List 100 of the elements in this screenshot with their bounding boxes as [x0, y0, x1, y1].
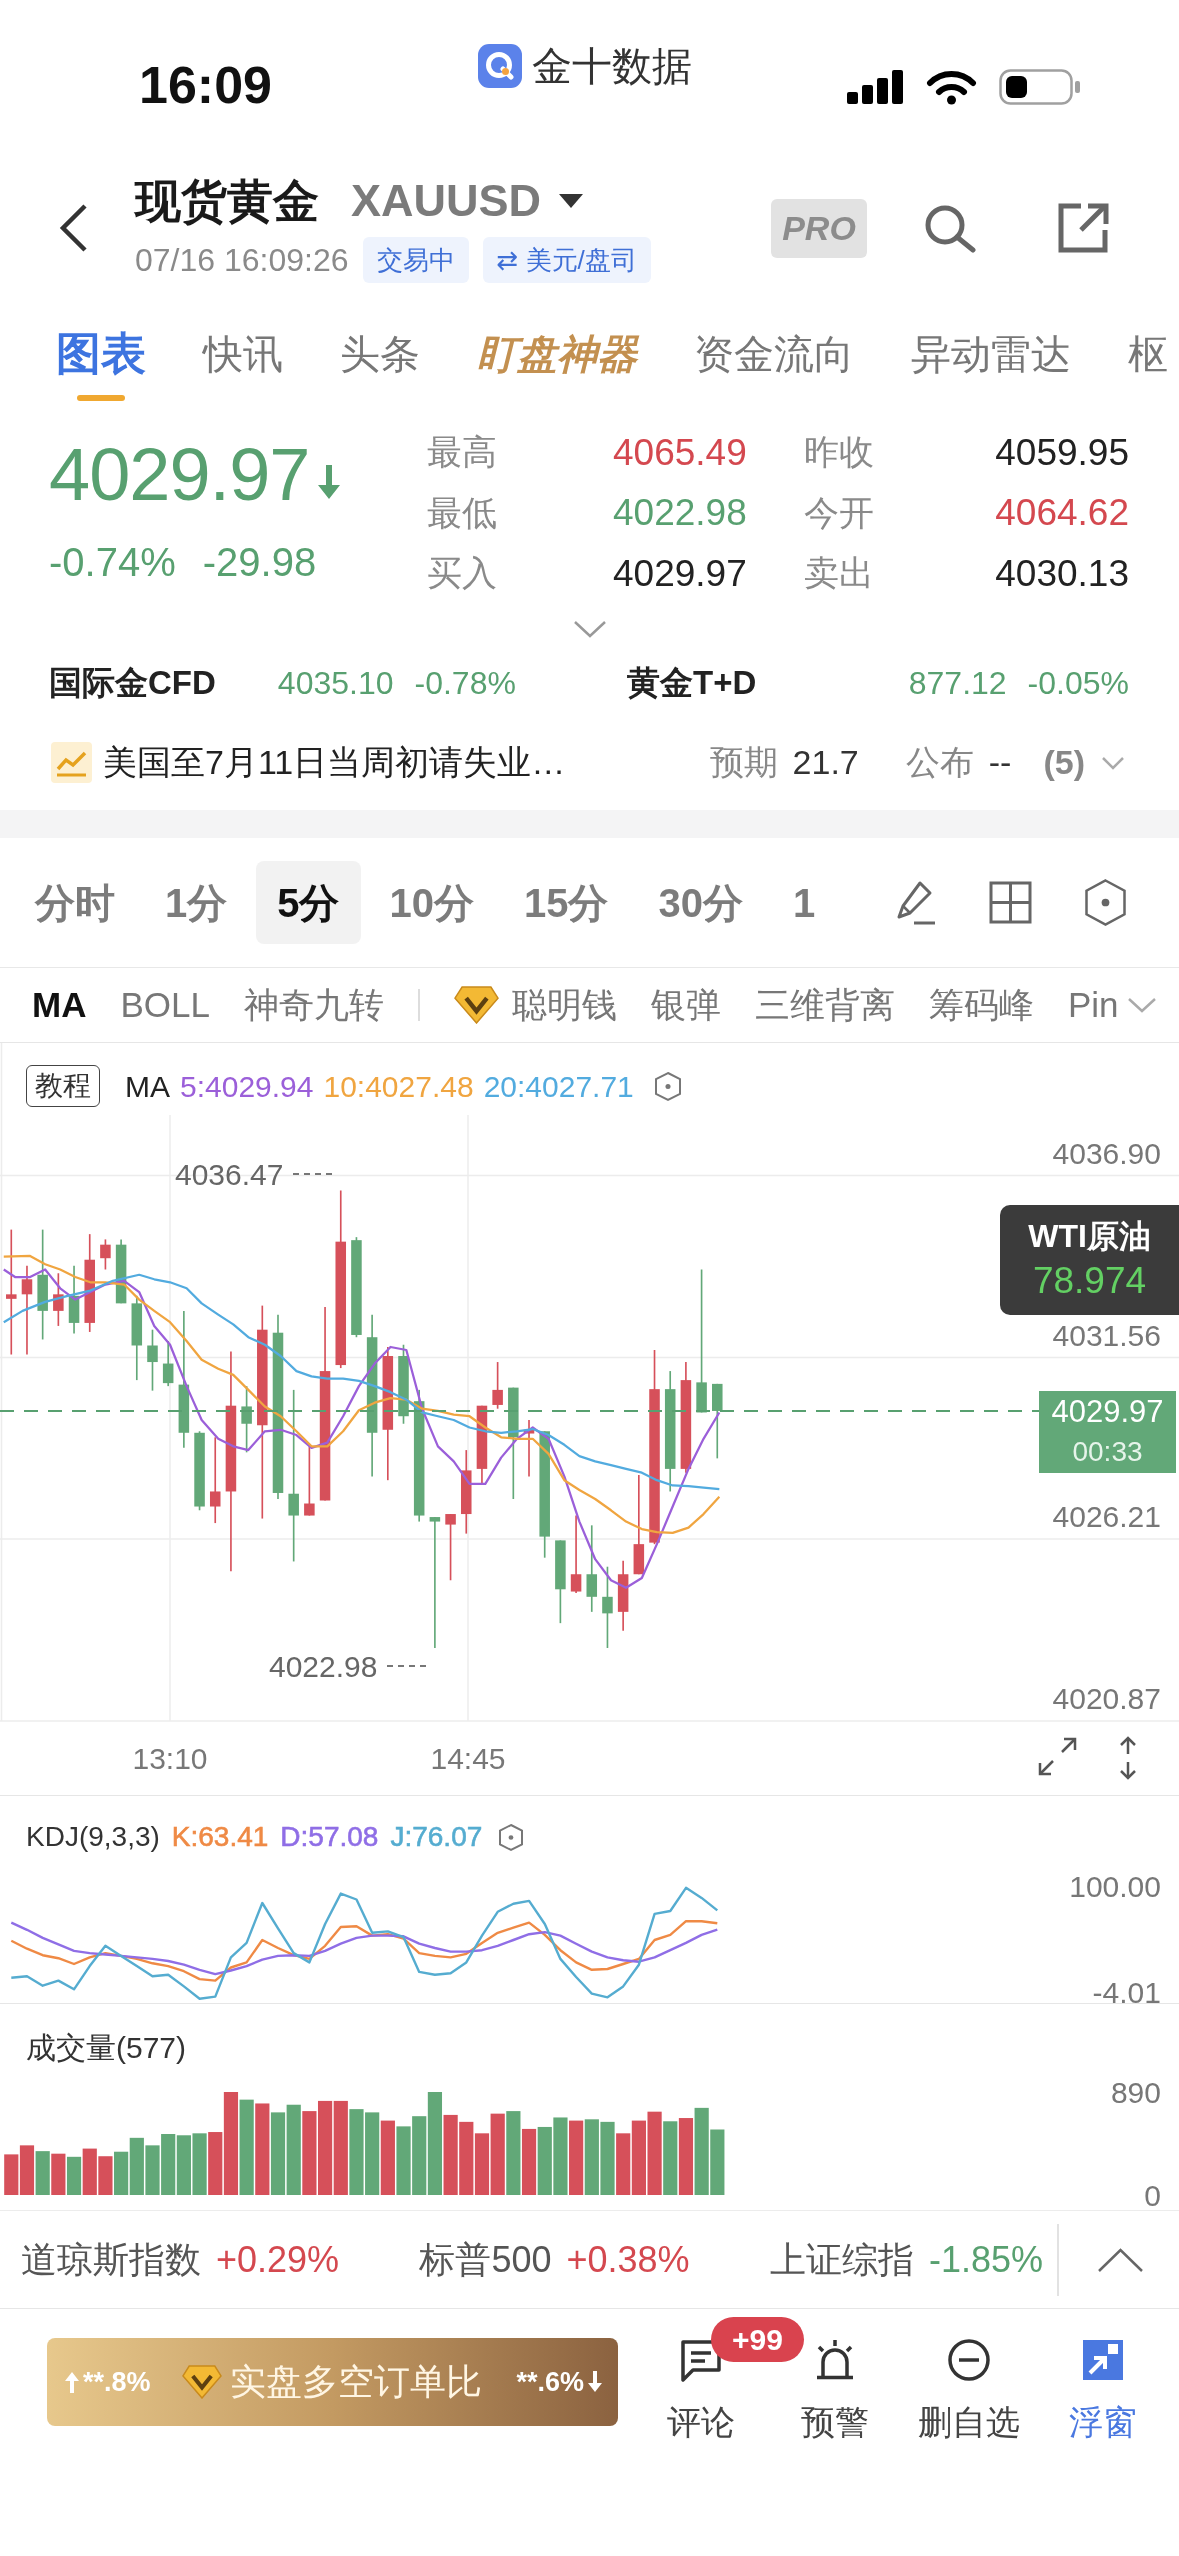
tab[interactable]: 图表 [56, 326, 146, 401]
remove-watchlist-button[interactable]: 删自选 [909, 2338, 1029, 2442]
period-tab[interactable]: 1 [772, 861, 837, 944]
minus-circle-icon [947, 2338, 991, 2382]
countdown-timer: 00:33 [1071, 1435, 1144, 1469]
period-tab[interactable]: 30分 [637, 861, 764, 944]
index-name[interactable]: 上证综指 [769, 2232, 914, 2287]
related-change: -0.05% [1027, 663, 1129, 703]
arrow-down-icon [587, 2371, 603, 2393]
period-tab[interactable]: 10分 [368, 861, 495, 944]
tutorial-button[interactable]: 教程 [26, 1065, 100, 1107]
floating-window-icon [1081, 2338, 1125, 2382]
axis-label: 4026.21 [1052, 1500, 1161, 1534]
period-tab[interactable]: 分时 [14, 861, 136, 944]
change-percent: -0.74% [49, 539, 176, 586]
tab[interactable]: 资金流向 [694, 326, 854, 376]
expected-value: 21.7 [792, 742, 859, 783]
line-chart-icon [51, 742, 92, 783]
pro-button[interactable]: PRO [771, 198, 867, 258]
index-change: +0.38% [566, 2237, 690, 2282]
related-change: -0.78% [414, 663, 516, 703]
stat-value: 4029.97 [613, 551, 748, 596]
candle [492, 1361, 503, 1410]
caret-down-icon[interactable] [559, 193, 584, 209]
ma-value: 20:4027.71 [483, 1068, 634, 1105]
tab[interactable]: 异动雷达 [911, 326, 1071, 376]
diamond-icon [453, 986, 499, 1024]
axis-label: 4031.56 [1052, 1319, 1161, 1352]
volume-bar [66, 2156, 82, 2195]
index-name[interactable]: 道琼斯指数 [21, 2232, 201, 2287]
related-name[interactable]: 国际金CFD [49, 657, 216, 708]
indicator-tab[interactable]: MA [32, 983, 87, 1027]
legend-value: J:76.07 [390, 1820, 483, 1854]
current-price: 4029.97 [1050, 1393, 1165, 1431]
back-icon[interactable] [59, 203, 89, 253]
candle [68, 1264, 80, 1335]
volume-bar [145, 2145, 160, 2195]
index-name[interactable]: 标普500 [419, 2232, 552, 2287]
ma-value: 10:4027.48 [323, 1068, 474, 1105]
expected-label: 预期 [709, 742, 778, 783]
time-label: 14:45 [430, 1741, 506, 1775]
volume-bar [710, 2129, 725, 2195]
indicator-tab[interactable]: 三维背离 [754, 983, 895, 1027]
share-icon[interactable] [1057, 202, 1110, 254]
volume-bar [114, 2151, 129, 2195]
event-count: (5) [1043, 742, 1085, 783]
related-name[interactable]: 黄金T+D [627, 657, 757, 708]
candle [162, 1340, 174, 1387]
indicator-tab[interactable]: Pin [1067, 983, 1119, 1027]
order-ratio-button[interactable]: **.8% 实盘多空订单比 **.6% [47, 2338, 618, 2426]
tab[interactable]: 头条 [340, 326, 420, 376]
tab[interactable]: 枢 [1128, 326, 1168, 376]
stat-label: 最低 [427, 491, 498, 534]
hexagon-icon[interactable] [653, 1070, 682, 1102]
index-change: +0.29% [216, 2237, 340, 2282]
volume-bar [176, 2135, 191, 2195]
ma-value: 5:4029.94 [180, 1068, 314, 1105]
volume-bar [98, 2156, 113, 2195]
app-name[interactable]: 金十数据 [532, 42, 692, 90]
legend-value: D:57.08 [280, 1820, 379, 1854]
indicator-tab[interactable]: 聪明钱 [511, 983, 617, 1027]
volume-bar [192, 2133, 207, 2195]
float-button[interactable]: 浮窗 [1043, 2338, 1163, 2442]
comment-icon [679, 2338, 723, 2382]
vertical-arrows-icon[interactable] [1119, 1735, 1137, 1781]
last-price: 4029.97 [49, 432, 310, 518]
grid-icon[interactable] [989, 881, 1032, 924]
wifi-icon [926, 69, 977, 105]
event-title[interactable]: 美国至7月11日当周初请失业… [103, 737, 566, 788]
volume-bar [521, 2128, 537, 2195]
stat-value: 4059.95 [995, 430, 1129, 475]
volume-bar [82, 2148, 97, 2195]
tab[interactable]: 快讯 [203, 326, 283, 376]
indicator-tab[interactable]: 筹码峰 [928, 983, 1034, 1027]
period-tab[interactable]: 15分 [503, 861, 630, 944]
volume-bar [129, 2137, 144, 2195]
volume-bar [4, 2154, 19, 2195]
volume-bar [51, 2153, 66, 2195]
hexagon-icon[interactable] [1084, 878, 1127, 927]
period-tab[interactable]: 5分 [256, 861, 361, 944]
signal-icon [847, 70, 904, 104]
indicator-tab[interactable]: BOLL [120, 983, 210, 1027]
indicator-tab[interactable]: 银弹 [650, 983, 721, 1027]
indicator-tab[interactable]: 神奇九转 [243, 983, 384, 1027]
axis-label: 100.00 [1069, 1869, 1161, 1903]
stat-label: 买入 [427, 552, 498, 594]
hexagon-icon[interactable] [498, 1822, 525, 1852]
expand-chevron-icon[interactable] [572, 619, 607, 638]
chevron-up-icon[interactable] [1097, 2246, 1144, 2273]
app-logo-icon[interactable] [478, 44, 522, 88]
related-price: 4035.10 [277, 663, 394, 703]
quote-popup[interactable]: WTI原油 78.974 [1000, 1205, 1179, 1315]
popup-name: WTI原油 [1027, 1217, 1152, 1256]
period-tab[interactable]: 1分 [144, 861, 249, 944]
axis-label: 890 [1110, 2075, 1161, 2109]
diagonal-arrows-icon[interactable] [1037, 1736, 1078, 1777]
search-icon[interactable] [924, 203, 977, 253]
instrument-symbol[interactable]: XAUUSD [351, 173, 542, 229]
popup-price: 78.974 [1031, 1259, 1148, 1303]
volume-bar [396, 2126, 411, 2195]
